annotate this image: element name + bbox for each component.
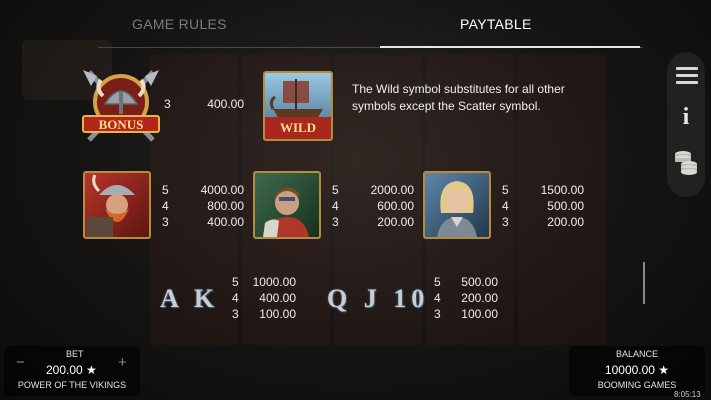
low-symbols-ak-pays: 5 1000.00 4 400.00 3 100.00 [232, 274, 296, 322]
pay-count: 4 [434, 291, 441, 305]
pay-row: 3 400.00 [164, 96, 244, 112]
low-symbols-qj10: Q J 10 [327, 284, 430, 313]
pay-count: 4 [502, 199, 509, 213]
hamburger-menu-icon[interactable] [676, 67, 698, 88]
clock: 8:05:13 [674, 390, 701, 399]
pay-value: 800.00 [207, 199, 244, 213]
pay-row: 5 1500.00 [502, 182, 584, 198]
pay-value: 200.00 [461, 291, 498, 305]
viking-warrior-symbol-icon [83, 171, 151, 239]
pay-count: 5 [162, 183, 169, 197]
pay-count: 3 [434, 307, 441, 321]
pay-value: 100.00 [259, 307, 296, 321]
brand-name: BOOMING GAMES [597, 380, 677, 390]
pay-value: 200.00 [377, 215, 414, 229]
tab-game-rules[interactable]: GAME RULES [132, 16, 227, 32]
pay-row: 3 100.00 [434, 306, 498, 322]
viking-man-symbol-icon [253, 171, 321, 239]
bonus-symbol-icon [79, 66, 163, 146]
low-symbols-ak: A K [160, 284, 220, 313]
pay-row: 5 2000.00 [332, 182, 414, 198]
balance-label: BALANCE [615, 349, 659, 359]
pay-value: 200.00 [547, 215, 584, 229]
pay-count: 4 [332, 199, 339, 213]
pay-row: 5 4000.00 [162, 182, 244, 198]
pay-count: 3 [502, 215, 509, 229]
tab-bar: GAME RULES PAYTABLE [0, 0, 660, 50]
pay-value: 4000.00 [200, 183, 244, 197]
viking-warrior-pays: 5 4000.00 4 800.00 3 400.00 [162, 182, 244, 230]
info-icon[interactable]: i [667, 104, 705, 131]
bet-panel: − BET + 200.00 ★ POWER OF THE VIKINGS [4, 346, 140, 396]
pay-count: 5 [232, 275, 239, 289]
pay-row: 4 600.00 [332, 198, 414, 214]
game-name: POWER OF THE VIKINGS [17, 380, 127, 390]
pay-row: 3 200.00 [332, 214, 414, 230]
pay-count: 3 [164, 97, 171, 111]
shieldmaiden-symbol-icon [423, 171, 491, 239]
bet-increase-button[interactable]: + [118, 354, 127, 371]
coin-stack-icon[interactable] [673, 148, 699, 176]
pay-value: 500.00 [461, 275, 498, 289]
bet-decrease-button[interactable]: − [16, 354, 25, 371]
pay-value: 400.00 [259, 291, 296, 305]
pay-count: 4 [232, 291, 239, 305]
pay-count: 3 [332, 215, 339, 229]
balance-panel: BALANCE 10000.00 ★ BOOMING GAMES [569, 346, 705, 396]
bet-value: 200.00 ★ [46, 363, 97, 377]
shieldmaiden-pays: 5 1500.00 4 500.00 3 200.00 [502, 182, 584, 230]
pay-value: 400.00 [207, 215, 244, 229]
scroll-indicator[interactable] [643, 262, 645, 304]
low-symbols-qj10-pays: 5 500.00 4 200.00 3 100.00 [434, 274, 498, 322]
pay-row: 3 200.00 [502, 214, 584, 230]
wild-symbol-label: WILD [279, 120, 317, 135]
pay-value: 1000.00 [252, 275, 296, 289]
wild-description: The Wild symbol substitutes for all othe… [352, 82, 565, 113]
pay-row: 5 500.00 [434, 274, 498, 290]
viking-man-pays: 5 2000.00 4 600.00 3 200.00 [332, 182, 414, 230]
pay-count: 4 [162, 199, 169, 213]
pay-value: 600.00 [377, 199, 414, 213]
pay-value: 400.00 [207, 97, 244, 111]
pay-count: 5 [434, 275, 441, 289]
pay-row: 4 200.00 [434, 290, 498, 306]
bonus-pays: 3 400.00 [164, 96, 244, 112]
pay-value: 100.00 [461, 307, 498, 321]
side-menu: i [667, 52, 705, 197]
pay-count: 3 [232, 307, 239, 321]
pay-row: 5 1000.00 [232, 274, 296, 290]
pay-count: 5 [502, 183, 509, 197]
pay-row: 3 100.00 [232, 306, 296, 322]
tab-active-underline [380, 46, 640, 48]
pay-count: 3 [162, 215, 169, 229]
pay-row: 4 400.00 [232, 290, 296, 306]
bonus-symbol-label: BONUS [98, 117, 144, 132]
pay-row: 3 400.00 [162, 214, 244, 230]
balance-value: 10000.00 ★ [604, 363, 670, 377]
tab-paytable[interactable]: PAYTABLE [460, 16, 532, 32]
pay-value: 2000.00 [370, 183, 414, 197]
pay-value: 1500.00 [540, 183, 584, 197]
pay-value: 500.00 [547, 199, 584, 213]
bet-label: BET [66, 349, 84, 359]
pay-count: 5 [332, 183, 339, 197]
pay-row: 4 500.00 [502, 198, 584, 214]
pay-row: 4 800.00 [162, 198, 244, 214]
